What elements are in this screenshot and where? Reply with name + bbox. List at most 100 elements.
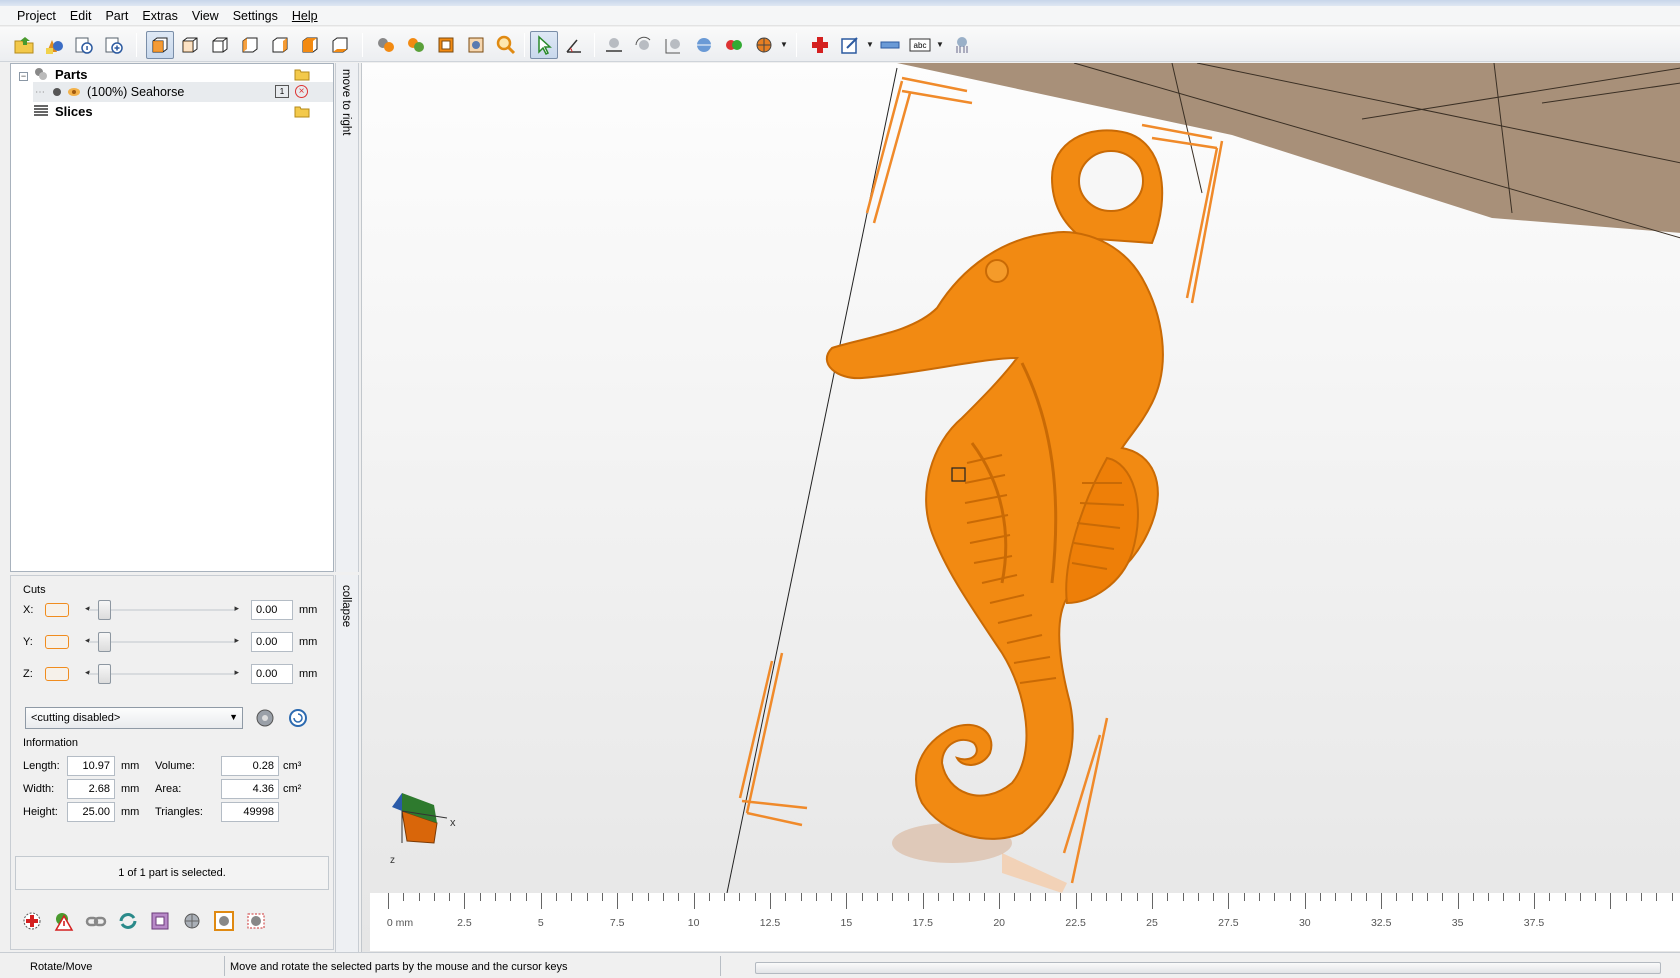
ruler-tick xyxy=(1197,893,1199,901)
ruler-tick xyxy=(1365,893,1367,901)
auto-repair-icon[interactable] xyxy=(19,908,45,934)
cut-y-input[interactable]: 0.00 xyxy=(251,632,293,652)
support-icon[interactable] xyxy=(948,31,976,59)
measure-icon[interactable] xyxy=(560,31,588,59)
ruler-tick xyxy=(1228,893,1230,909)
cut-x-swatch[interactable] xyxy=(45,603,69,617)
hollow-icon[interactable] xyxy=(211,908,237,934)
move-to-right-label: move to right xyxy=(340,69,352,136)
part-info-icon[interactable] xyxy=(70,31,98,59)
menu-project[interactable]: Project xyxy=(10,6,63,26)
add-copy-icon[interactable] xyxy=(100,31,128,59)
zoom-icon[interactable] xyxy=(492,31,520,59)
menu-help[interactable]: Help xyxy=(285,6,325,26)
status-separator xyxy=(720,956,721,976)
tree-item-parts[interactable]: Parts xyxy=(33,64,333,84)
shell-icon[interactable] xyxy=(147,908,173,934)
cut-settings-icon[interactable] xyxy=(253,706,277,730)
open-folder-icon[interactable] xyxy=(294,104,310,118)
ruler-label: 0 mm xyxy=(386,917,414,929)
rotate-part-icon[interactable] xyxy=(630,31,658,59)
colors-icon[interactable] xyxy=(720,31,748,59)
export-icon[interactable] xyxy=(836,31,864,59)
ruler-tick xyxy=(571,893,573,901)
cutting-mode-select[interactable]: <cutting disabled> ▼ xyxy=(25,707,243,729)
link-icon[interactable] xyxy=(83,908,109,934)
show-parts-icon[interactable] xyxy=(372,31,400,59)
add-part-icon[interactable] xyxy=(40,31,68,59)
reset-cut-icon[interactable] xyxy=(287,707,309,729)
menu-settings[interactable]: Settings xyxy=(226,6,285,26)
open-project-icon[interactable] xyxy=(10,31,38,59)
cut-z-input[interactable]: 0.00 xyxy=(251,664,293,684)
sphere-mode-dropdown-icon[interactable]: ▼ xyxy=(780,40,788,49)
ruler-icon[interactable] xyxy=(876,31,904,59)
bounding-box-icon[interactable] xyxy=(462,31,490,59)
export-dropdown-icon[interactable]: ▼ xyxy=(866,40,874,49)
cut-x-slider[interactable]: ◂ ▸ xyxy=(83,600,241,620)
cut-z-slider[interactable]: ◂ ▸ xyxy=(83,664,241,684)
view-top-icon[interactable] xyxy=(296,31,324,59)
length-label: Length: xyxy=(23,760,60,772)
ruler-tick xyxy=(632,893,634,901)
move-to-right-tab[interactable]: move to right xyxy=(335,63,359,572)
view-front-icon[interactable] xyxy=(176,31,204,59)
ruler-tick xyxy=(1579,893,1581,901)
ruler-tick xyxy=(540,893,542,909)
visibility-dot-icon[interactable] xyxy=(51,86,63,98)
ruler-tick xyxy=(1396,893,1398,901)
wireframe-icon[interactable] xyxy=(432,31,460,59)
menu-extras[interactable]: Extras xyxy=(135,6,184,26)
cut-y-slider[interactable]: ◂ ▸ xyxy=(83,632,241,652)
collapse-tab[interactable]: collapse xyxy=(335,575,359,952)
view-back-icon[interactable] xyxy=(206,31,234,59)
ruler-tick xyxy=(861,893,863,901)
scale-part-icon[interactable] xyxy=(660,31,688,59)
view-iso-icon[interactable] xyxy=(146,31,174,59)
ruler-tick xyxy=(1350,893,1352,901)
view-left-icon[interactable] xyxy=(236,31,264,59)
remove-part-icon[interactable]: × xyxy=(295,85,308,98)
view-bottom-icon[interactable] xyxy=(326,31,354,59)
warning-icon[interactable] xyxy=(51,908,77,934)
menu-edit[interactable]: Edit xyxy=(63,6,99,26)
repair-icon[interactable] xyxy=(806,31,834,59)
sphere-mode-icon[interactable] xyxy=(750,31,778,59)
part-count-badge[interactable]: 1 xyxy=(275,85,289,98)
cutting-mode-value: <cutting disabled> xyxy=(31,712,121,724)
tree-item-seahorse[interactable]: ⋯ (100%) Seahorse 1 × xyxy=(33,82,333,102)
cut-z-swatch[interactable] xyxy=(45,667,69,681)
support-structure-icon[interactable] xyxy=(243,908,269,934)
shadow-mark xyxy=(1002,853,1067,893)
scene-svg[interactable]: x z xyxy=(362,63,1680,952)
view-right-icon[interactable] xyxy=(266,31,294,59)
select-icon[interactable] xyxy=(530,31,558,59)
triangle-reduce-icon[interactable] xyxy=(179,908,205,934)
collapse-parts-icon[interactable]: − xyxy=(19,72,28,81)
menu-view[interactable]: View xyxy=(185,6,226,26)
text-label-icon[interactable]: abc xyxy=(906,31,934,59)
open-folder-icon[interactable] xyxy=(294,67,310,81)
text-label-dropdown-icon[interactable]: ▼ xyxy=(936,40,944,49)
ruler-label: 12.5 xyxy=(759,917,781,929)
ruler-label: 17.5 xyxy=(912,917,934,929)
cut-x-input[interactable]: 0.00 xyxy=(251,600,293,620)
eye-icon[interactable] xyxy=(67,86,81,98)
tree-item-slices[interactable]: Slices xyxy=(33,101,333,121)
ruler-tick xyxy=(785,893,787,901)
toolbar-separator xyxy=(796,33,797,57)
menu-part[interactable]: Part xyxy=(98,6,135,26)
status-mode: Rotate/Move xyxy=(30,961,93,973)
show-solid-icon[interactable] xyxy=(402,31,430,59)
ruler-tick xyxy=(1442,893,1444,901)
ruler-tick xyxy=(1121,893,1123,901)
refresh-link-icon[interactable] xyxy=(115,908,141,934)
length-value: 10.97 xyxy=(67,756,115,776)
cut-x-unit: mm xyxy=(299,604,318,616)
place-on-plate-icon[interactable] xyxy=(600,31,628,59)
mirror-icon[interactable] xyxy=(690,31,718,59)
3d-viewport[interactable]: x z 0 mm 2.5 5 7.5 10 12.5 15 17.5 20 22.5 25 27.5 3… xyxy=(361,63,1680,952)
chevron-down-icon: ▼ xyxy=(229,712,238,722)
information-title: Information xyxy=(23,737,79,749)
cut-y-swatch[interactable] xyxy=(45,635,69,649)
